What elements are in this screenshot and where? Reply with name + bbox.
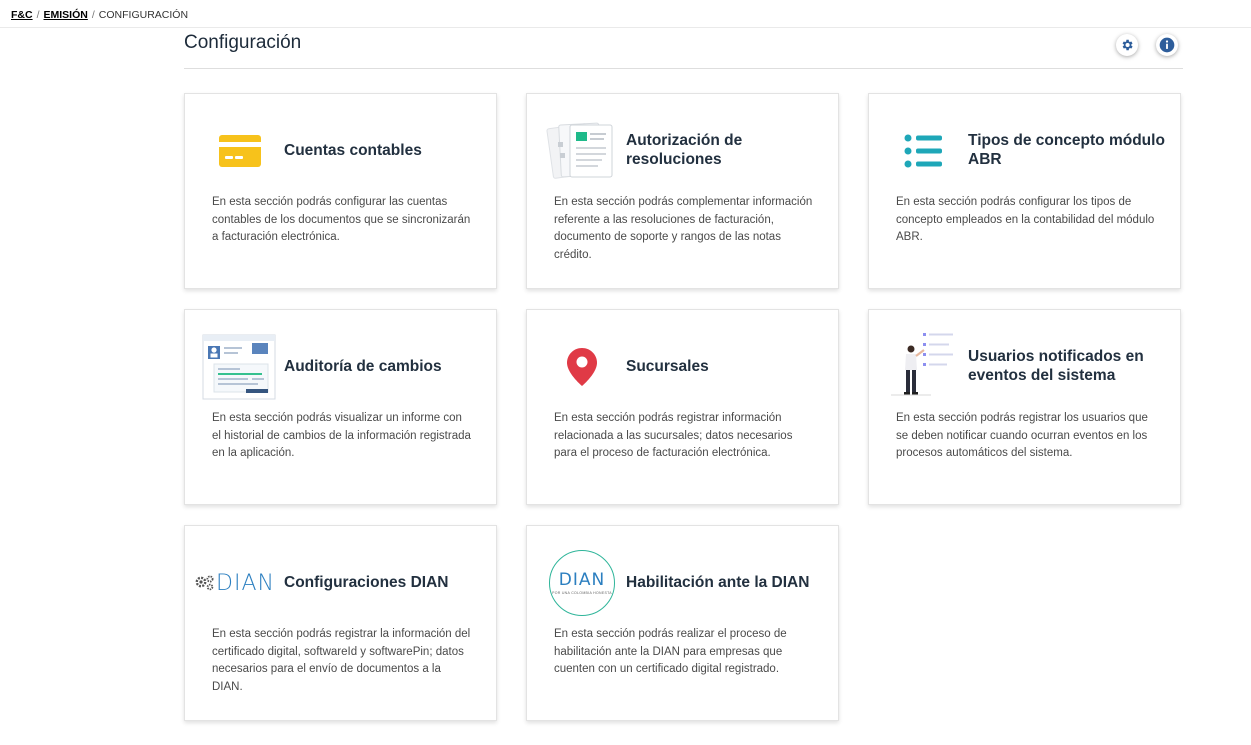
breadcrumb-current: CONFIGURACIÓN bbox=[98, 9, 189, 21]
dian-gears-logo: DIAN bbox=[187, 552, 283, 614]
card-description: En esta sección podrás visualizar un inf… bbox=[212, 412, 471, 459]
card-tipos-concepto-abr[interactable]: Tipos de concepto módulo ABR En esta sec… bbox=[868, 93, 1181, 289]
breadcrumb-separator: / bbox=[36, 9, 40, 21]
card-autorizacion-resoluciones[interactable]: Autorización de resoluciones En esta sec… bbox=[526, 93, 839, 289]
gears-icon bbox=[195, 575, 214, 591]
card-usuarios-notificados[interactable]: Usuarios notificados en eventos del sist… bbox=[868, 309, 1181, 505]
card-description: En esta sección podrás complementar info… bbox=[554, 196, 813, 261]
info-icon bbox=[1159, 37, 1175, 53]
credit-card-icon bbox=[199, 120, 281, 182]
dian-logo-text: DIAN bbox=[558, 569, 606, 590]
card-title: Auditoría de cambios bbox=[284, 357, 442, 375]
card-title: Sucursales bbox=[626, 357, 709, 375]
card-description: En esta sección podrás configurar las cu… bbox=[212, 196, 471, 243]
gear-icon bbox=[1122, 39, 1133, 51]
card-description: En esta sección podrás realizar el proce… bbox=[554, 628, 787, 675]
card-title: Autorización de resoluciones bbox=[626, 132, 743, 168]
card-auditoria-cambios[interactable]: Auditoría de cambios En esta sección pod… bbox=[184, 309, 497, 505]
card-description: En esta sección podrás registrar los usu… bbox=[896, 412, 1148, 459]
card-configuraciones-dian[interactable]: DIAN Configuraciones DIAN En esta secció… bbox=[184, 525, 497, 721]
card-title: Usuarios notificados en eventos del sist… bbox=[968, 348, 1144, 384]
page-title: Configuración bbox=[184, 32, 302, 53]
card-title: Cuentas contables bbox=[284, 141, 422, 159]
breadcrumb-home-link[interactable]: F&C bbox=[11, 9, 33, 21]
dian-logo-subtext: POR UNA COLOMBIA HONESTA bbox=[552, 590, 612, 595]
breadcrumb-separator: / bbox=[91, 9, 95, 21]
person-checklist-illustration bbox=[883, 333, 965, 398]
card-title: Habilitación ante la DIAN bbox=[626, 573, 810, 591]
card-sucursales[interactable]: Sucursales En esta sección podrás regist… bbox=[526, 309, 839, 505]
card-title: Configuraciones DIAN bbox=[284, 573, 449, 591]
settings-button[interactable] bbox=[1116, 34, 1138, 56]
card-title: Tipos de concepto módulo ABR bbox=[968, 132, 1165, 168]
title-divider bbox=[184, 68, 1183, 69]
card-description: En esta sección podrás registrar la info… bbox=[212, 628, 471, 693]
list-icon bbox=[883, 120, 965, 182]
card-cuentas-contables[interactable]: Cuentas contables En esta sección podrás… bbox=[184, 93, 497, 289]
card-habilitacion-dian[interactable]: DIAN POR UNA COLOMBIA HONESTA Habilitaci… bbox=[526, 525, 839, 721]
info-button[interactable] bbox=[1156, 34, 1178, 56]
breadcrumb-section-link[interactable]: EMISIÓN bbox=[44, 9, 88, 21]
dian-logo-text: DIAN bbox=[216, 570, 275, 596]
card-description: En esta sección podrás configurar los ti… bbox=[896, 196, 1155, 243]
map-pin-icon bbox=[541, 336, 623, 398]
card-description: En esta sección podrás registrar informa… bbox=[554, 412, 793, 459]
audit-illustration bbox=[199, 334, 281, 400]
top-divider bbox=[0, 27, 1251, 28]
documents-illustration bbox=[541, 120, 623, 182]
breadcrumb: F&C / EMISIÓN / CONFIGURACIÓN bbox=[11, 9, 188, 21]
dian-circle-logo: DIAN POR UNA COLOMBIA HONESTA bbox=[541, 550, 623, 616]
